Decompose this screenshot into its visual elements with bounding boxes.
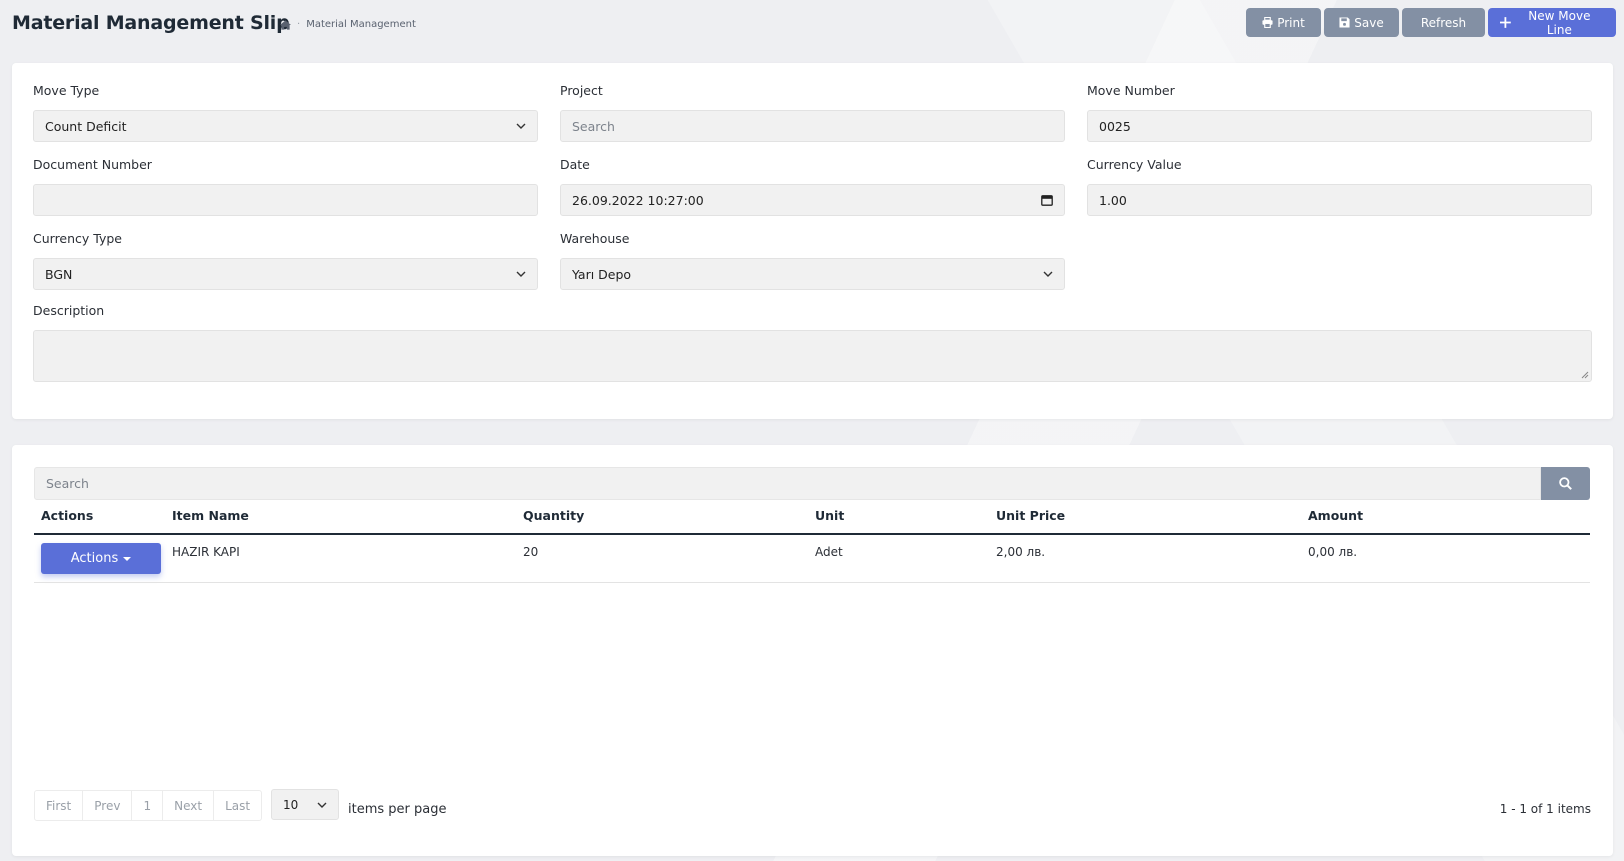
- row-actions-button[interactable]: Actions: [41, 543, 161, 574]
- chevron-down-icon: [516, 123, 526, 129]
- move-number-input[interactable]: 0025: [1087, 110, 1592, 142]
- calendar-icon[interactable]: [1041, 194, 1053, 206]
- per-page-value: 10: [283, 797, 299, 812]
- lines-card: Search Actions Item Name Quantity Unit U…: [12, 445, 1613, 856]
- column-header-item-name[interactable]: Item Name: [172, 508, 249, 523]
- currency-type-select[interactable]: BGN: [33, 258, 538, 290]
- column-header-amount[interactable]: Amount: [1308, 508, 1363, 523]
- table-row-divider: [34, 582, 1590, 583]
- refresh-button[interactable]: Refresh: [1402, 8, 1485, 37]
- column-header-unit[interactable]: Unit: [815, 508, 844, 523]
- currency-type-label: Currency Type: [33, 231, 123, 246]
- move-type-select[interactable]: Count Deficit: [33, 110, 538, 142]
- chevron-down-icon: [317, 802, 327, 808]
- caret-down-icon: [123, 556, 132, 561]
- per-page-select[interactable]: 10: [271, 789, 339, 820]
- breadcrumb-separator: ·: [297, 19, 301, 30]
- save-icon: [1339, 17, 1350, 28]
- save-button[interactable]: Save: [1324, 8, 1399, 37]
- per-page-label: items per page: [348, 802, 447, 817]
- print-icon: [1262, 17, 1273, 28]
- pager-page[interactable]: 1: [132, 791, 164, 820]
- date-label: Date: [560, 157, 590, 172]
- new-move-line-label: New Move Line: [1528, 8, 1591, 37]
- description-textarea[interactable]: [33, 330, 1592, 382]
- print-label: Print: [1277, 15, 1305, 30]
- column-header-unit-price[interactable]: Unit Price: [996, 508, 1065, 523]
- column-header-actions: Actions: [41, 508, 94, 523]
- move-number-value: 0025: [1099, 118, 1131, 134]
- pager-first[interactable]: First: [35, 791, 84, 820]
- form-card: Move Type Count Deficit Project Search M…: [12, 63, 1613, 419]
- resize-grip-icon[interactable]: [1581, 371, 1589, 379]
- row-unit: Adet: [815, 545, 843, 559]
- currency-type-value: BGN: [45, 266, 73, 282]
- document-number-label: Document Number: [33, 157, 152, 172]
- row-actions-label: Actions: [70, 551, 119, 566]
- items-count: 1 - 1 of 1 items: [1499, 802, 1591, 816]
- date-input[interactable]: 26.09.2022 10:27:00: [560, 184, 1065, 216]
- home-icon[interactable]: [280, 19, 291, 30]
- row-quantity: 20: [523, 545, 539, 559]
- warehouse-select[interactable]: Yarı Depo: [560, 258, 1065, 290]
- column-header-quantity[interactable]: Quantity: [523, 508, 584, 523]
- save-label: Save: [1354, 15, 1384, 30]
- pagination: First Prev 1 Next Last: [34, 790, 263, 821]
- currency-value-label: Currency Value: [1087, 157, 1182, 172]
- page-header: Material Management Slip · Material Mana…: [0, 0, 1624, 50]
- new-move-line-button[interactable]: New Move Line: [1488, 8, 1616, 37]
- row-item-name: HAZIR KAPI: [172, 545, 240, 559]
- search-button[interactable]: [1541, 467, 1590, 500]
- currency-value-input[interactable]: 1.00: [1087, 184, 1592, 216]
- table-header-divider: [34, 533, 1590, 535]
- refresh-label: Refresh: [1420, 15, 1467, 30]
- breadcrumb-item[interactable]: Material Management: [306, 19, 416, 30]
- plus-icon: [1500, 17, 1511, 28]
- pager-last[interactable]: Last: [214, 791, 261, 820]
- description-label: Description: [33, 303, 105, 318]
- page-title: Material Management Slip: [12, 12, 290, 34]
- project-placeholder: Search: [572, 118, 615, 134]
- project-input[interactable]: Search: [560, 110, 1065, 142]
- project-label: Project: [560, 83, 603, 98]
- move-type-value: Count Deficit: [45, 118, 127, 134]
- search-icon: [1559, 477, 1572, 490]
- date-value: 26.09.2022 10:27:00: [572, 192, 704, 208]
- move-number-label: Move Number: [1087, 83, 1175, 98]
- chevron-down-icon: [516, 271, 526, 277]
- lines-search-input[interactable]: Search: [34, 467, 1541, 500]
- print-button[interactable]: Print: [1246, 8, 1321, 37]
- warehouse-label: Warehouse: [560, 231, 630, 246]
- lines-search-placeholder: Search: [46, 476, 89, 491]
- row-amount: 0,00 лв.: [1308, 545, 1358, 559]
- pager-next[interactable]: Next: [163, 791, 215, 820]
- warehouse-value: Yarı Depo: [572, 266, 632, 282]
- pager-prev[interactable]: Prev: [83, 791, 133, 820]
- document-number-input[interactable]: [33, 184, 538, 216]
- breadcrumb: · Material Management: [280, 19, 416, 30]
- currency-value-value: 1.00: [1099, 192, 1127, 208]
- row-unit-price: 2,00 лв.: [996, 545, 1046, 559]
- toolbar: Print Save Refresh New Move Line: [1246, 8, 1616, 37]
- move-type-label: Move Type: [33, 83, 100, 98]
- chevron-down-icon: [1043, 271, 1053, 277]
